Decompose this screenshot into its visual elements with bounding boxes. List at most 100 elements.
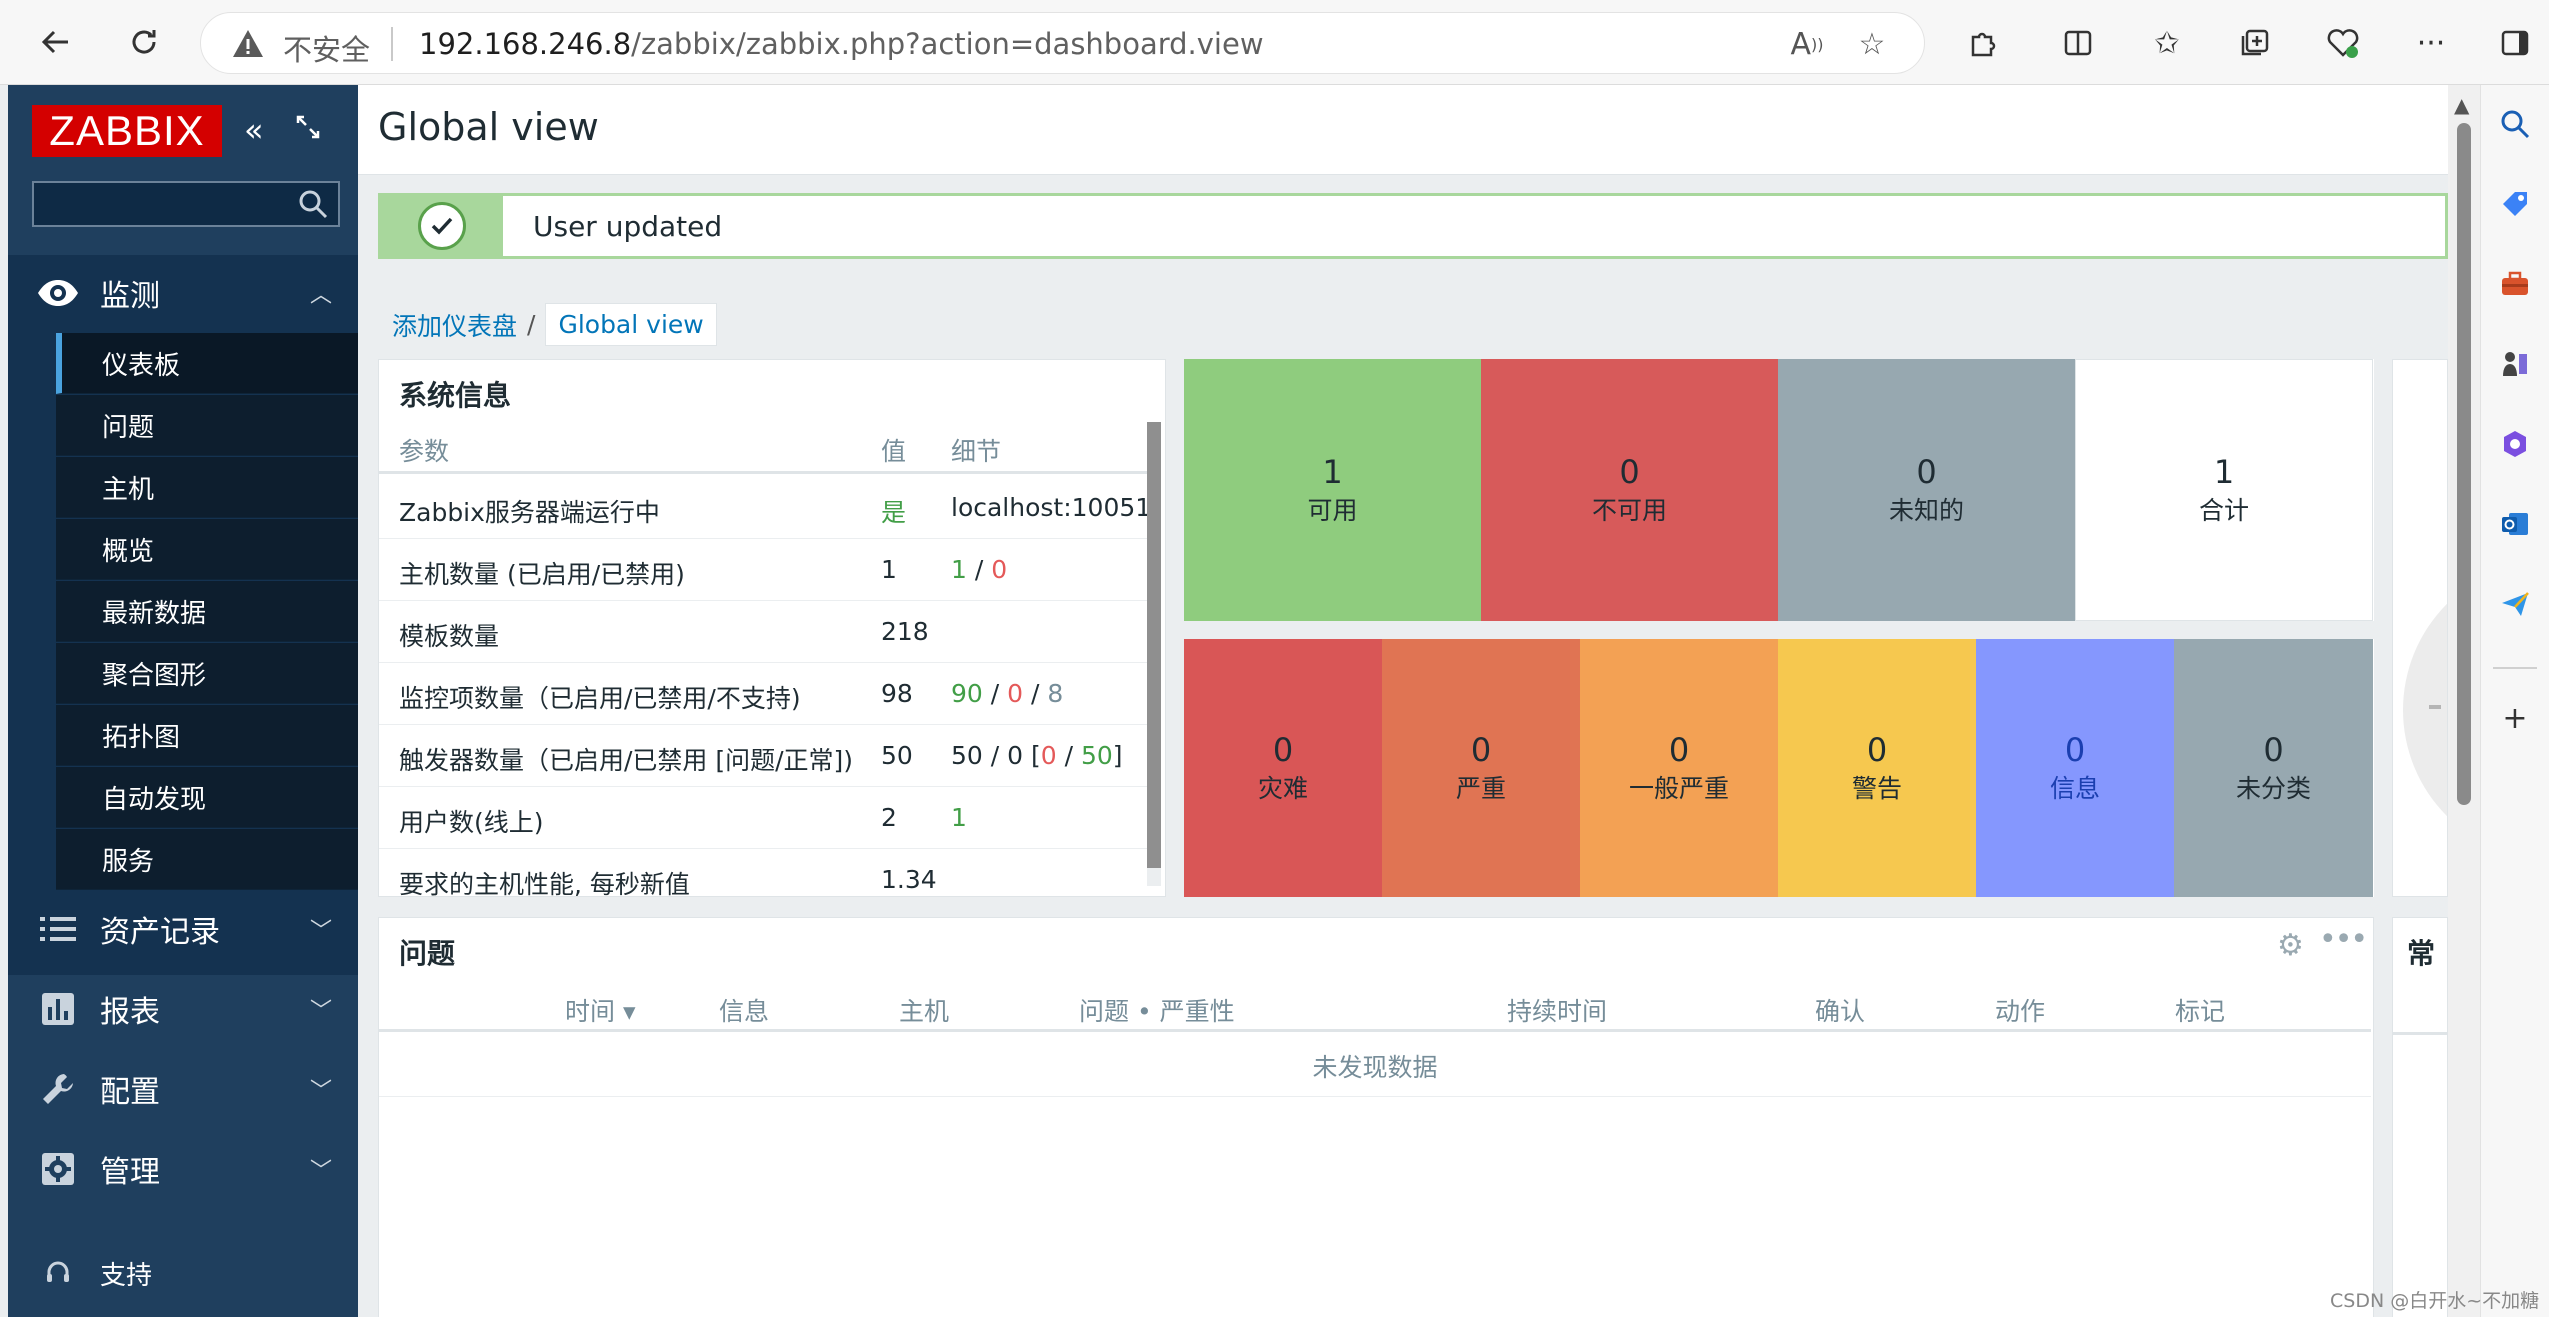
outlook-icon[interactable]: [2494, 503, 2536, 545]
table-header-divider: [2393, 1032, 2447, 1035]
kiosk-mode-icon[interactable]: [294, 111, 322, 149]
zabbix-logo[interactable]: ZABBIX: [32, 105, 222, 157]
column-header: 标记: [2175, 997, 2226, 1026]
menu-configuration[interactable]: 配置 ﹀: [8, 1051, 358, 1127]
severity-information[interactable]: 0 信息: [1976, 639, 2174, 897]
table-row: 监控项数量（已启用/已禁用/不支持) 98 90 / 0 / 8: [379, 663, 1149, 725]
sidebar-toggle-icon[interactable]: [2492, 20, 2538, 66]
severity-warning[interactable]: 0 警告: [1778, 639, 1976, 897]
right-widget: 常: [2392, 917, 2448, 1317]
collections-icon[interactable]: [2232, 20, 2278, 66]
availability-total[interactable]: 1 合计: [2075, 359, 2373, 621]
column-header: 动作: [1995, 997, 2046, 1026]
menu-reports[interactable]: 报表 ﹀: [8, 971, 358, 1047]
scrollbar-thumb[interactable]: [1147, 422, 1161, 868]
collapse-sidebar-icon[interactable]: «: [244, 111, 264, 149]
back-arrow-icon[interactable]: [30, 16, 82, 68]
problems-widget: 问题 ⚙ ••• 时间 ▾ 信息 主机 问题 • 严重性 持续时间 确认 动作 …: [378, 917, 2374, 1317]
page-header: Global view: [358, 85, 2448, 175]
menu-label: 报表: [100, 995, 160, 1030]
main-content: Global view User updated 添加仪表盘 / Global …: [358, 85, 2480, 1317]
send-icon[interactable]: [2494, 583, 2536, 625]
sidebar-item-discovery[interactable]: 自动发现: [56, 767, 358, 828]
table-row: 主机数量 (已启用/已禁用) 1 1 / 0: [379, 539, 1149, 601]
table-row: 要求的主机性能, 每秒新值 1.34: [379, 849, 1149, 896]
detail-cell: localhost:10051: [951, 493, 1152, 522]
list-icon: [34, 905, 82, 953]
widget-title: 系统信息: [399, 379, 512, 412]
breadcrumb-parent[interactable]: 添加仪表盘: [392, 307, 517, 343]
browser-sidebar: +: [2480, 85, 2549, 1317]
menu-inventory[interactable]: 资产记录 ﹀: [8, 891, 358, 967]
menu-support[interactable]: 支持: [8, 1235, 358, 1311]
url-text[interactable]: 192.168.246.8/zabbix/zabbix.php?action=d…: [419, 27, 1264, 61]
eye-icon: [34, 269, 82, 317]
headset-icon: [34, 1249, 82, 1297]
extensions-icon[interactable]: [1960, 20, 2006, 66]
gear-icon[interactable]: ⚙: [2277, 928, 2304, 963]
favorite-star-icon[interactable]: ☆: [1851, 23, 1893, 65]
widget-title: 问题: [399, 937, 456, 970]
table-row: 模板数量 218: [379, 601, 1149, 663]
severity-disaster[interactable]: 0 灾难: [1184, 639, 1382, 897]
sidebar-item-services[interactable]: 服务: [56, 829, 358, 890]
address-bar[interactable]: 不安全 192.168.246.8/zabbix/zabbix.php?acti…: [200, 12, 1925, 74]
browser-essentials-icon[interactable]: [2320, 20, 2366, 66]
widget-scrollbar[interactable]: [1147, 422, 1161, 886]
sidebar-item-overview[interactable]: 概览: [56, 519, 358, 580]
label: 可用: [1307, 496, 1358, 525]
refresh-icon[interactable]: [118, 16, 170, 68]
scrollbar-thumb[interactable]: [2457, 123, 2471, 805]
column-header: 问题 • 严重性: [1079, 997, 1235, 1026]
sidebar-item-dashboard[interactable]: 仪表板: [56, 333, 358, 394]
label: 合计: [2198, 496, 2249, 525]
scroll-up-arrow-icon[interactable]: ▲: [2454, 93, 2469, 117]
menu-monitoring[interactable]: 监测 ︿: [8, 255, 358, 331]
table-row: Zabbix服务器端运行中 是 localhost:10051: [379, 477, 1152, 539]
severity-not-classified[interactable]: 0 未分类: [2174, 639, 2373, 897]
search-icon[interactable]: [296, 187, 330, 221]
message-text: User updated: [533, 210, 723, 243]
office-icon[interactable]: [2494, 423, 2536, 465]
add-icon[interactable]: +: [2494, 697, 2536, 739]
chevron-down-icon: ﹀: [309, 999, 332, 1024]
value-cell: 1.34: [881, 865, 937, 894]
severity-high[interactable]: 0 严重: [1382, 639, 1580, 897]
count: 1: [1322, 453, 1343, 491]
sidebar-item-maps[interactable]: 拓扑图: [56, 705, 358, 766]
widget-title: 常: [2407, 937, 2436, 970]
read-aloud-icon[interactable]: A)): [1786, 23, 1828, 65]
toolbox-icon[interactable]: [2494, 263, 2536, 305]
availability-unknown[interactable]: 0 未知的: [1778, 359, 2075, 621]
severity-average[interactable]: 0 一般严重: [1580, 639, 1778, 897]
detail-cell: 50 / 0 [0 / 50]: [951, 741, 1123, 770]
sidebar-search-input[interactable]: [32, 181, 340, 227]
menu-administration[interactable]: 管理 ﹀: [8, 1131, 358, 1207]
breadcrumb-current[interactable]: Global view: [545, 303, 717, 346]
more-menu-icon[interactable]: ···: [2408, 20, 2454, 66]
availability-unavailable[interactable]: 0 不可用: [1481, 359, 1778, 621]
problems-by-severity-widget: 0 灾难 0 严重 0 一般严重 0 警告 0 信息 0 未分类: [1184, 639, 2374, 897]
column-header[interactable]: 时间 ▾: [565, 992, 636, 1028]
gear-icon: [34, 1145, 82, 1193]
page-scrollbar[interactable]: ▲: [2448, 85, 2480, 1317]
shopping-tag-icon[interactable]: [2494, 183, 2536, 225]
games-icon[interactable]: [2494, 343, 2536, 385]
sidebar-item-latest-data[interactable]: 最新数据: [56, 581, 358, 642]
count: 0: [2064, 731, 2086, 769]
label: 未分类: [2235, 774, 2311, 803]
wrench-icon: [34, 1065, 82, 1113]
warning-icon: [233, 30, 263, 57]
split-screen-icon[interactable]: [2055, 20, 2101, 66]
availability-available[interactable]: 1 可用: [1184, 359, 1481, 621]
value-cell: 是: [881, 498, 907, 527]
sidebar-item-hosts[interactable]: 主机: [56, 457, 358, 518]
search-icon[interactable]: [2494, 103, 2536, 145]
sidebar-item-graphs[interactable]: 聚合图形: [56, 643, 358, 704]
clock-widget: [2392, 359, 2448, 897]
count: 0: [2263, 731, 2284, 769]
sidebar-item-problems[interactable]: 问题: [56, 395, 358, 456]
more-options-icon[interactable]: •••: [2319, 922, 2368, 957]
favorites-icon[interactable]: ✩: [2144, 20, 2190, 66]
insecure-label: 不安全: [283, 33, 371, 67]
